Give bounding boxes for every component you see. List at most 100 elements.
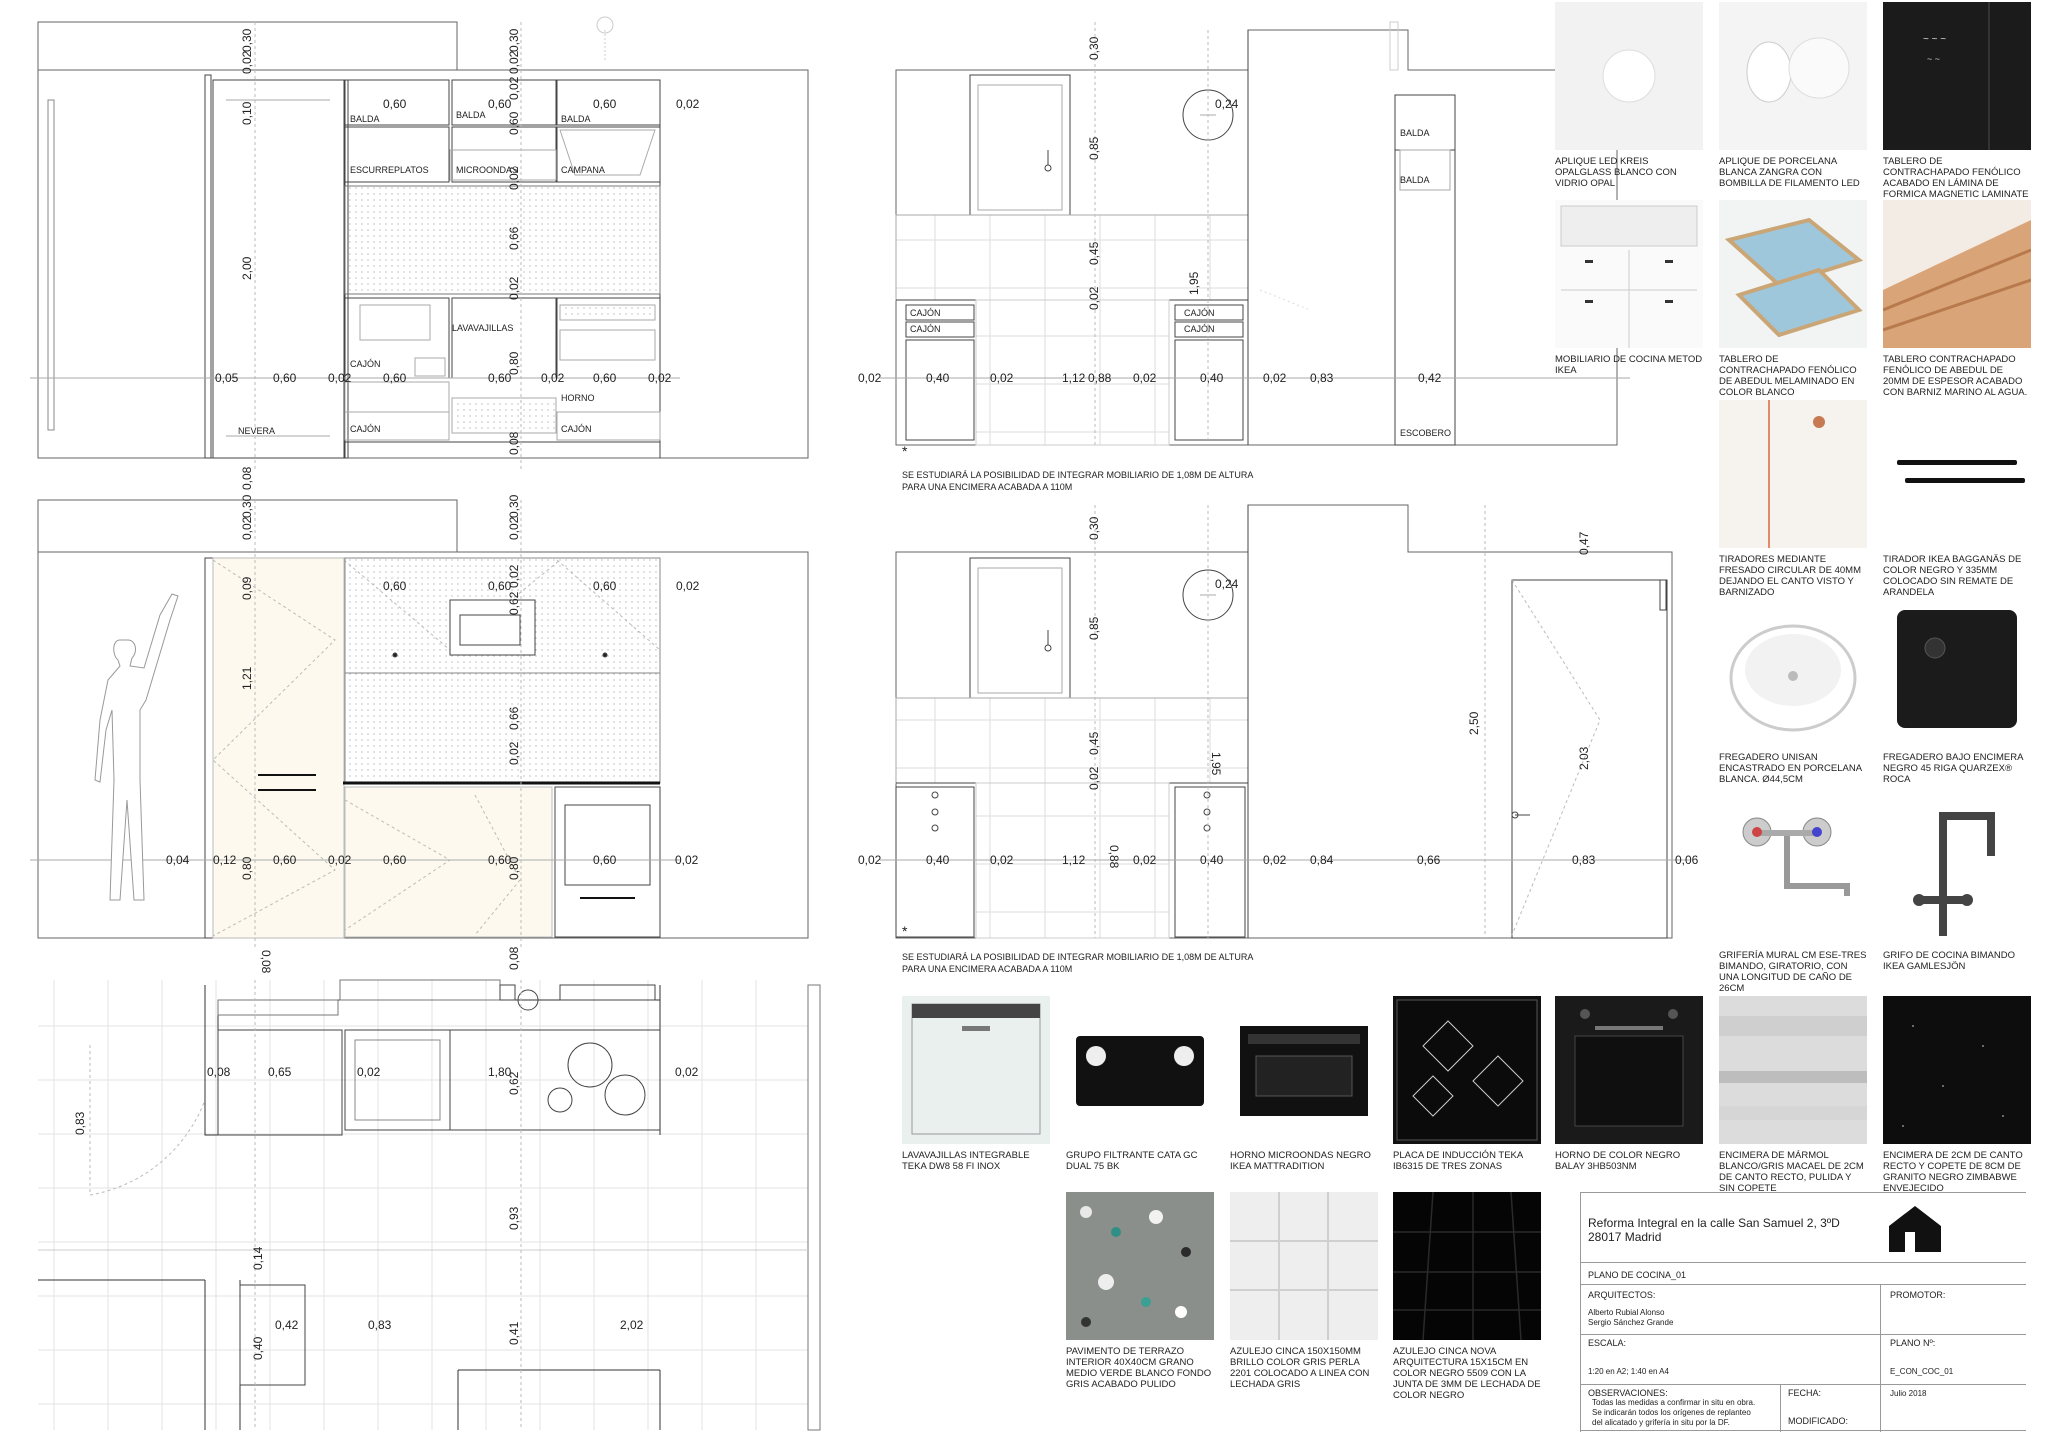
material-card: HORNO MICROONDAS NEGRO IKEA MATTRADITION (1230, 996, 1378, 1172)
dim: 0,02 (1133, 371, 1157, 385)
label: CAJÓN (910, 308, 941, 318)
star-mark: * (902, 443, 908, 459)
material-caption: AZULEJO CINCA 150X150MM BRILLO COLOR GRI… (1230, 1346, 1370, 1390)
dim: 0,88 (1088, 371, 1112, 385)
dim: 0,02 (507, 50, 521, 74)
dim: 0,60 (507, 111, 521, 135)
dim: 0,02 (675, 1065, 699, 1079)
dim: 0,08 (240, 466, 254, 490)
material-card: TABLERO DE CONTRACHAPADO FENÓLICO DE ABE… (1719, 200, 1867, 398)
dim: 0,02 (541, 371, 565, 385)
label: CAJÓN (1184, 308, 1215, 318)
kitchen-plan (38, 979, 821, 1431)
material-caption: FREGADERO UNISAN ENCASTRADO EN PORCELANA… (1719, 752, 1862, 785)
material-caption: ENCIMERA DE MÁRMOL BLANCO/GRIS MACAEL DE… (1719, 1150, 1864, 1194)
material-card: AZULEJO CINCA NOVA ARQUITECTURA 15X15CM … (1393, 1192, 1541, 1401)
material-caption: FREGADERO BAJO ENCIMERA NEGRO 45 RIGA QU… (1883, 752, 2023, 785)
plan-name: PLANO DE COCINA_01 (1588, 1270, 1687, 1280)
material-caption: PAVIMENTO DE TERRAZO INTERIOR 40x40CM GR… (1066, 1346, 1212, 1390)
label: BALDA (1400, 128, 1430, 138)
dim: 0,42 (275, 1318, 299, 1332)
black-tile-icon (1393, 1192, 1541, 1340)
svg-text:~ ~: ~ ~ (1927, 54, 1940, 64)
oven-icon (1555, 996, 1703, 1144)
elevation-3 (30, 499, 809, 950)
studio-logo-icon (1889, 1206, 1941, 1252)
grey-tile-icon (1230, 1192, 1378, 1340)
dim: 0,83 (368, 1318, 392, 1332)
dim: 0,08 (507, 431, 521, 455)
architects-label: ARQUITECTOS: (1588, 1290, 1656, 1300)
dim: 0,02 (507, 564, 521, 588)
material-card: APLIQUE LED KREIS OPALGLASS BLANCO CON V… (1555, 2, 1703, 189)
black-sink-icon (1883, 598, 2031, 746)
project-title: Reforma Integral en la calle San Samuel … (1588, 1216, 1840, 1244)
dim: 0,40 (1200, 371, 1224, 385)
dim: 0,60 (593, 853, 617, 867)
material-card: TABLERO CONTRACHAPADO FENÓLICO DE ABEDUL… (1883, 200, 2031, 398)
material-caption: GRUPO FILTRANTE CATA GC DUAL 75 BK (1066, 1150, 1198, 1172)
dim: 0,66 (1417, 853, 1441, 867)
dim: 1,95 (1209, 752, 1223, 776)
material-card: HORNO DE COLOR NEGRO BALAY 3HB503NM (1555, 996, 1703, 1172)
dim: 0,24 (1215, 577, 1239, 591)
dim: 1,95 (1187, 271, 1201, 295)
material-caption: APLIQUE LED KREIS OPALGLASS BLANCO CON V… (1555, 156, 1677, 189)
note-line-2: PARA UNA ENCIMERA ACABADA A 110M (902, 964, 1072, 974)
material-caption: TABLERO DE CONTRACHAPADO FENÓLICO DE ABE… (1719, 354, 1857, 398)
dim: 1,21 (240, 666, 254, 690)
material-caption: ENCIMERA DE 2CM DE CANTO RECTO Y COPETE … (1883, 1150, 2023, 1194)
dim: 0,02 (507, 76, 521, 100)
material-caption: LAVAVAJILLAS INTEGRABLE TEKA DW8 58 FI I… (902, 1150, 1030, 1172)
promoter-label: PROMOTOR: (1890, 1290, 1946, 1300)
dim: 0,40 (1200, 853, 1224, 867)
material-card: AZULEJO CINCA 150X150MM BRILLO COLOR GRI… (1230, 1192, 1378, 1390)
label: HORNO (561, 393, 595, 403)
plywood-birch-icon (1883, 200, 2031, 348)
dim: 0,02 (240, 50, 254, 74)
dim: 0,30 (507, 28, 521, 52)
dim: 0,60 (273, 853, 297, 867)
dim: 0,60 (593, 97, 617, 111)
dim: 0,02 (676, 579, 700, 593)
label: ESCURREPLATOS (350, 165, 429, 175)
dim: 0,62 (507, 1071, 521, 1095)
plan-number-label: PLANO Nº: (1890, 1338, 1936, 1348)
label: BALDA (350, 114, 380, 124)
dim: 0,02 (1263, 371, 1287, 385)
material-card: TIRADOR IKEA BAGGANÄS DE COLOR NEGRO Y 3… (1883, 400, 2031, 598)
material-caption: AZULEJO CINCA NOVA ARQUITECTURA 15X15CM … (1393, 1346, 1541, 1401)
dim: 0,02 (858, 853, 882, 867)
material-card: APLIQUE DE PORCELANA BLANCA ZANGRA CON B… (1719, 2, 1867, 189)
dim: 0,05 (215, 371, 239, 385)
material-card: TIRADORES MEDIANTE FRESADO CIRCULAR DE 4… (1719, 400, 1867, 598)
dim: 0,02 (1263, 853, 1287, 867)
dim: 0,02 (648, 371, 672, 385)
observations: Todas las medidas a confirmar in situ en… (1592, 1398, 1756, 1427)
star-mark: * (902, 923, 908, 939)
dim: 0,40 (926, 853, 950, 867)
dim: 0,02 (507, 166, 521, 190)
label: CAMPANA (561, 165, 605, 175)
dim: 0,41 (507, 1321, 521, 1345)
note-line-1: SE ESTUDIARÁ LA POSIBILIDAD DE INTEGRAR … (902, 952, 1253, 962)
dim: 0,80 (507, 856, 521, 880)
dim: 0,02 (1087, 766, 1101, 790)
material-caption: GRIFO DE COCINA BIMANDO IKEA GAMLESJÖN (1883, 950, 2015, 972)
material-card: GRUPO FILTRANTE CATA GC DUAL 75 BK (1066, 996, 1214, 1172)
dim: 0,14 (251, 1246, 265, 1270)
dim: 0,02 (357, 1065, 381, 1079)
dim: 0,02 (1087, 286, 1101, 310)
date-value: Julio 2018 (1890, 1389, 1927, 1398)
wall-tap-icon (1719, 796, 1867, 944)
label: CAJÓN (910, 324, 941, 334)
material-caption: TIRADORES MEDIANTE FRESADO CIRCULAR DE 4… (1719, 554, 1861, 598)
dim: 1,12 (1062, 371, 1086, 385)
material-card: PAVIMENTO DE TERRAZO INTERIOR 40x40CM GR… (1066, 1192, 1214, 1390)
dim: 2,02 (620, 1318, 644, 1332)
bar-handle-icon (1883, 400, 2031, 548)
dim: 0,83 (1310, 371, 1334, 385)
dim: 0,83 (73, 1111, 87, 1135)
dim: 0,02 (240, 516, 254, 540)
dim: 0,40 (926, 371, 950, 385)
